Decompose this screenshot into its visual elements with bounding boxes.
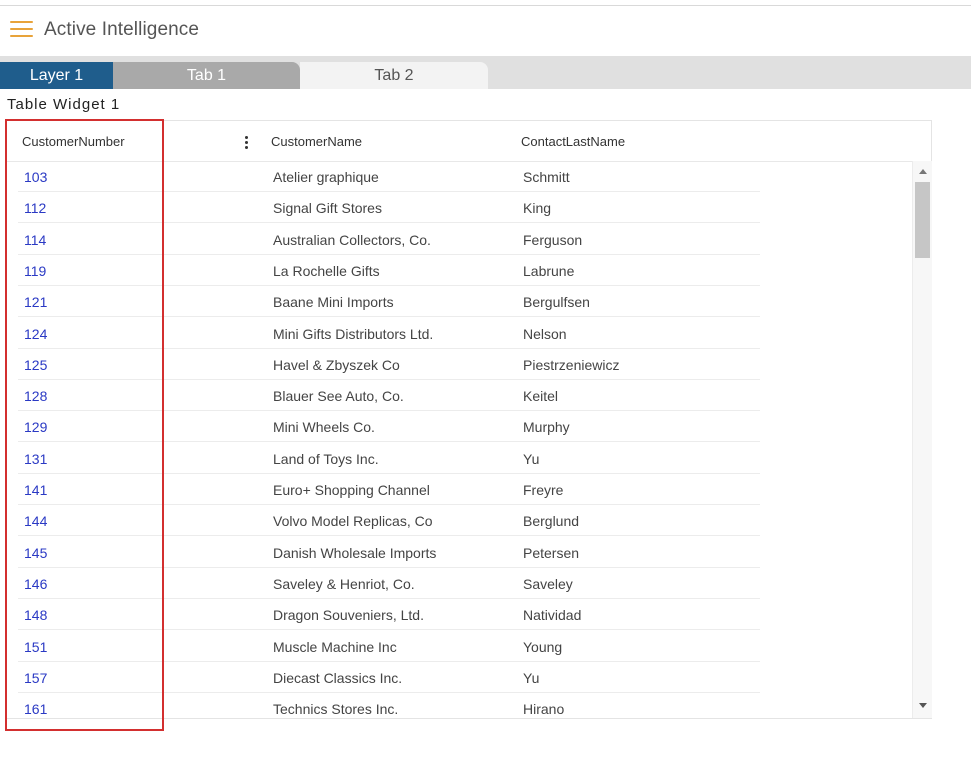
widget-title: Table Widget 1 — [7, 96, 121, 113]
scroll-down-arrow-icon[interactable] — [919, 703, 927, 708]
table-row[interactable]: 144 Volvo Model Replicas, Co Berglund — [7, 505, 912, 537]
contact-last-name-cell: Keitel — [523, 388, 559, 405]
table-row[interactable]: 121 Baane Mini Imports Bergulfsen — [7, 286, 912, 318]
table-row[interactable]: 148 Dragon Souveniers, Ltd. Natividad — [7, 599, 912, 631]
contact-last-name-cell: Berglund — [523, 513, 580, 530]
contact-last-name-cell: Freyre — [523, 482, 564, 498]
column-header-customer-name[interactable]: CustomerName — [271, 134, 362, 149]
customer-number-cell[interactable]: 119 — [24, 263, 46, 279]
contact-last-name-cell: Nelson — [523, 325, 567, 342]
customer-name-cell: Signal Gift Stores — [273, 200, 382, 217]
column-header-contact-last-name[interactable]: ContactLastName — [521, 134, 625, 149]
customer-name-cell: Mini Gifts Distributors Ltd. — [273, 325, 434, 342]
customer-number-cell[interactable]: 157 — [24, 670, 47, 686]
customer-number-cell[interactable]: 112 — [24, 200, 46, 216]
customer-number-cell[interactable]: 148 — [24, 607, 47, 623]
contact-last-name-cell: Labrune — [523, 262, 575, 279]
table-header: CustomerNumber CustomerName ContactLastN… — [7, 121, 912, 162]
table-row[interactable]: 103 Atelier graphique Schmitt — [7, 161, 912, 192]
column-header-customer-number[interactable]: CustomerNumber — [22, 134, 125, 149]
table-row[interactable]: 124 Mini Gifts Distributors Ltd. Nelson — [7, 318, 912, 349]
table-row[interactable]: 119 La Rochelle Gifts Labrune — [7, 255, 912, 286]
table-row[interactable]: 146 Saveley & Henriot, Co. Saveley — [7, 568, 912, 599]
table-row[interactable]: 114 Australian Collectors, Co. Ferguson — [7, 224, 912, 255]
table-row[interactable]: 128 Blauer See Auto, Co. Keitel — [7, 380, 912, 412]
customer-number-cell[interactable]: 145 — [24, 545, 47, 561]
tab-bar: Layer 1 Tab 1 Tab 2 — [0, 56, 971, 89]
contact-last-name-cell: Murphy — [523, 419, 570, 436]
customer-name-cell: Volvo Model Replicas, Co — [273, 513, 433, 530]
customer-number-cell[interactable]: 131 — [24, 451, 47, 467]
customer-number-cell[interactable]: 124 — [24, 326, 47, 342]
table-row[interactable]: 151 Muscle Machine Inc Young — [7, 631, 912, 662]
contact-last-name-cell: Hirano — [523, 701, 565, 718]
customer-name-cell: Atelier graphique — [273, 169, 379, 185]
customer-name-cell: Baane Mini Imports — [273, 294, 394, 311]
customer-number-cell[interactable]: 114 — [24, 232, 46, 248]
customer-name-cell: La Rochelle Gifts — [273, 262, 380, 279]
customer-name-cell: Danish Wholesale Imports — [273, 544, 437, 561]
customer-number-cell[interactable]: 129 — [24, 419, 47, 435]
scroll-up-arrow-icon[interactable] — [919, 169, 927, 174]
customer-table: CustomerNumber CustomerName ContactLastN… — [6, 120, 932, 719]
contact-last-name-cell: Schmitt — [523, 169, 570, 185]
customer-number-cell[interactable]: 103 — [24, 169, 47, 185]
customer-name-cell: Dragon Souveniers, Ltd. — [273, 607, 424, 624]
customer-number-cell[interactable]: 121 — [24, 294, 47, 310]
table-row[interactable]: 141 Euro+ Shopping Channel Freyre — [7, 474, 912, 505]
contact-last-name-cell: Yu — [523, 669, 540, 686]
scrollbar-thumb[interactable] — [915, 182, 930, 258]
contact-last-name-cell: Young — [523, 638, 563, 655]
contact-last-name-cell: Yu — [523, 450, 540, 467]
table-row[interactable]: 131 Land of Toys Inc. Yu — [7, 443, 912, 474]
customer-name-cell: Technics Stores Inc. — [273, 701, 399, 718]
customer-name-cell: Havel & Zbyszek Co — [273, 356, 400, 373]
customer-name-cell: Land of Toys Inc. — [273, 450, 379, 467]
tab-layer-1[interactable]: Layer 1 — [0, 62, 113, 89]
table-row[interactable]: 112 Signal Gift Stores King — [7, 192, 912, 224]
app-header: Active Intelligence — [0, 6, 971, 56]
app-title: Active Intelligence — [44, 19, 200, 40]
table-row[interactable]: 129 Mini Wheels Co. Murphy — [7, 411, 912, 443]
customer-number-cell[interactable]: 161 — [24, 701, 47, 717]
table-row[interactable]: 145 Danish Wholesale Imports Petersen — [7, 537, 912, 568]
table-row[interactable]: 125 Havel & Zbyszek Co Piestrzeniewicz — [7, 349, 912, 380]
customer-name-cell: Muscle Machine Inc — [273, 638, 397, 655]
hamburger-menu-icon[interactable] — [10, 21, 33, 38]
contact-last-name-cell: Piestrzeniewicz — [523, 356, 620, 373]
contact-last-name-cell: Saveley — [523, 575, 573, 592]
customer-number-cell[interactable]: 151 — [24, 639, 47, 655]
customer-name-cell: Diecast Classics Inc. — [273, 669, 403, 686]
tab-1[interactable]: Tab 1 — [113, 62, 300, 89]
customer-number-cell[interactable]: 144 — [24, 513, 47, 529]
table-row[interactable]: 161 Technics Stores Inc. Hirano — [7, 693, 912, 718]
tab-2[interactable]: Tab 2 — [300, 62, 488, 89]
customer-number-cell[interactable]: 146 — [24, 576, 47, 592]
contact-last-name-cell: Natividad — [523, 607, 582, 624]
vertical-scrollbar[interactable] — [912, 161, 932, 718]
customer-name-cell: Australian Collectors, Co. — [273, 231, 431, 248]
customer-name-cell: Saveley & Henriot, Co. — [273, 575, 415, 592]
table-row[interactable]: 157 Diecast Classics Inc. Yu — [7, 662, 912, 693]
customer-name-cell: Euro+ Shopping Channel — [273, 482, 430, 498]
table-body: 103 Atelier graphique Schmitt 112 Signal Gif… — [7, 161, 912, 718]
customer-name-cell: Mini Wheels Co. — [273, 419, 375, 436]
kebab-menu-icon[interactable] — [244, 135, 250, 150]
customer-name-cell: Blauer See Auto, Co. — [273, 388, 404, 405]
customer-number-cell[interactable]: 128 — [24, 388, 47, 404]
customer-number-cell[interactable]: 125 — [24, 357, 47, 373]
contact-last-name-cell: King — [523, 200, 552, 217]
contact-last-name-cell: Bergulfsen — [523, 294, 590, 311]
contact-last-name-cell: Ferguson — [523, 231, 583, 248]
contact-last-name-cell: Petersen — [523, 544, 580, 561]
customer-number-cell[interactable]: 141 — [24, 482, 47, 498]
